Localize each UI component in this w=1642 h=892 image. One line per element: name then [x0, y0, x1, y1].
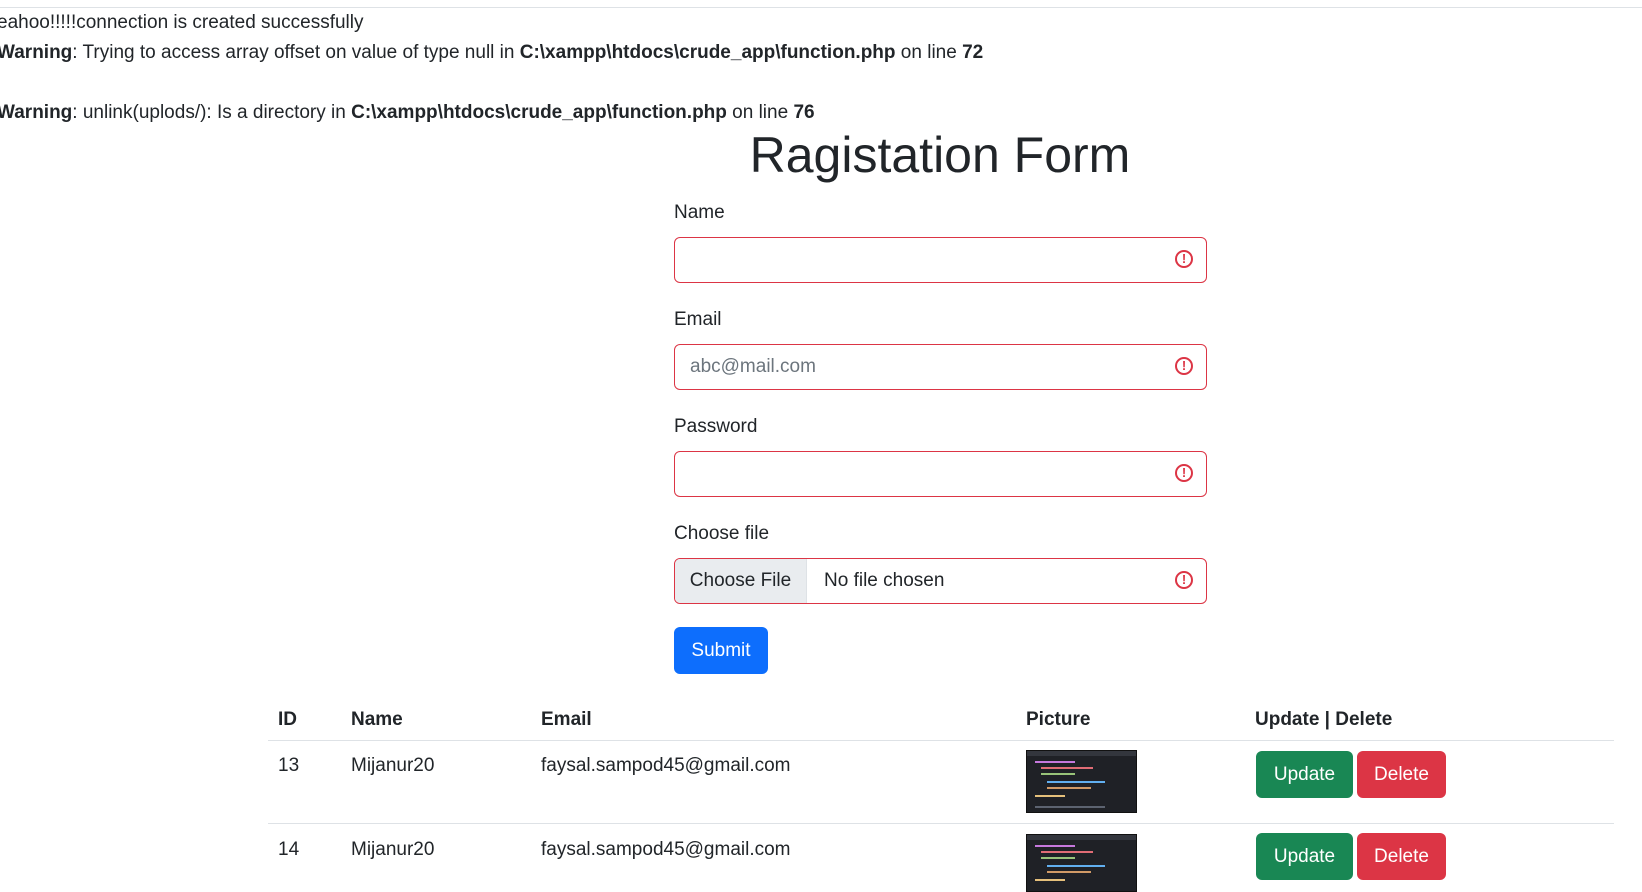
password-input[interactable]	[675, 452, 1150, 496]
page-title: Ragistation Form	[749, 127, 1131, 183]
picture-thumbnail	[1026, 750, 1137, 813]
header-name: Name	[351, 709, 403, 730]
invalid-icon: !	[1175, 464, 1193, 482]
top-divider	[0, 7, 1642, 8]
file-label: Choose file	[674, 523, 770, 544]
name-input[interactable]	[675, 238, 1150, 282]
cell-email: faysal.sampod45@gmail.com	[541, 755, 791, 776]
cell-name: Mijanur20	[351, 755, 435, 776]
warning-label: Warning	[0, 42, 73, 63]
warning-label: Warning	[0, 102, 73, 123]
php-warning-2: Warning: unlink(uplods/): Is a directory…	[0, 101, 815, 125]
invalid-icon: !	[1175, 571, 1193, 589]
invalid-icon: !	[1175, 250, 1193, 268]
name-field[interactable]: !	[674, 237, 1207, 283]
warning-text: : Trying to access array offset on value…	[72, 42, 520, 63]
cell-id: 13	[278, 755, 300, 776]
row-divider	[268, 823, 1614, 824]
email-input[interactable]	[675, 345, 1150, 389]
file-field[interactable]: Choose File No file chosen !	[674, 558, 1207, 604]
header-picture: Picture	[1026, 709, 1091, 730]
delete-button[interactable]: Delete	[1357, 833, 1446, 880]
warning-line-number: 72	[962, 42, 984, 63]
cell-name: Mijanur20	[351, 839, 435, 860]
header-actions: Update | Delete	[1255, 709, 1393, 730]
warning-line-number: 76	[793, 102, 815, 123]
warning-text-line: on line	[895, 42, 963, 63]
email-label: Email	[674, 309, 722, 330]
choose-file-button[interactable]: Choose File	[675, 559, 807, 603]
file-status: No file chosen	[824, 570, 945, 591]
warning-file-path: C:\xampp\htdocs\crude_app\function.php	[519, 42, 896, 63]
invalid-icon: !	[1175, 357, 1193, 375]
update-button[interactable]: Update	[1256, 833, 1353, 880]
header-id: ID	[278, 709, 297, 730]
cell-id: 14	[278, 839, 300, 860]
warning-text: : unlink(uplods/): Is a directory in	[72, 102, 352, 123]
delete-button[interactable]: Delete	[1357, 751, 1446, 798]
email-field[interactable]: !	[674, 344, 1207, 390]
update-button[interactable]: Update	[1256, 751, 1353, 798]
submit-button[interactable]: Submit	[674, 627, 768, 674]
warning-text-line: on line	[726, 102, 794, 123]
picture-thumbnail	[1026, 834, 1137, 892]
password-label: Password	[674, 416, 758, 437]
connection-message: eahoo!!!!!connection is created successf…	[0, 12, 364, 33]
password-field[interactable]: !	[674, 451, 1207, 497]
table-divider	[268, 740, 1614, 741]
php-warning-1: Warning: Trying to access array offset o…	[0, 41, 983, 65]
cell-email: faysal.sampod45@gmail.com	[541, 839, 791, 860]
header-email: Email	[541, 709, 592, 730]
warning-file-path: C:\xampp\htdocs\crude_app\function.php	[351, 102, 727, 123]
name-label: Name	[674, 202, 725, 223]
